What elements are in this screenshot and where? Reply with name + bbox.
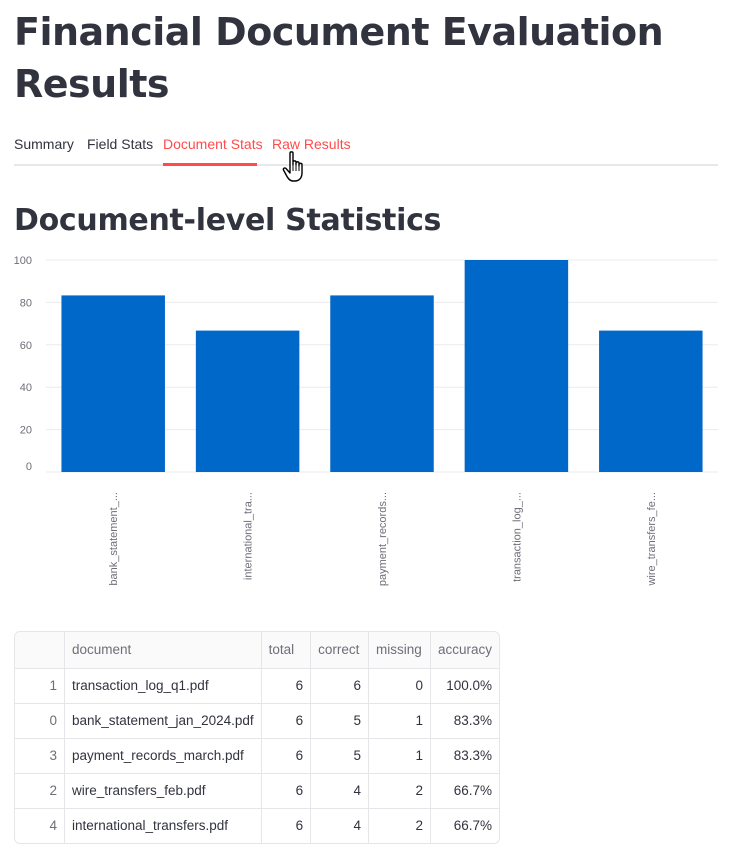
cell-accuracy[interactable]: 83.3%: [430, 703, 499, 739]
x-tick-label: wire_transfers_fe...: [646, 492, 658, 587]
cell-accuracy[interactable]: 66.7%: [430, 808, 499, 843]
row-index[interactable]: 4: [15, 808, 65, 843]
page-title: Financial Document Evaluation Results: [14, 10, 664, 106]
cell-missing[interactable]: 0: [368, 668, 431, 704]
table-header-row: document total correct missing accuracy: [15, 632, 499, 669]
column-header-missing[interactable]: missing: [368, 632, 431, 669]
cell-total[interactable]: 6: [261, 703, 312, 739]
y-tick-label: 80: [20, 297, 32, 309]
column-header-correct[interactable]: correct: [310, 632, 370, 669]
cell-document[interactable]: wire_transfers_feb.pdf: [64, 773, 262, 809]
x-tick-label: payment_records...: [377, 492, 389, 586]
row-index[interactable]: 0: [15, 703, 65, 739]
y-tick-label: 60: [20, 340, 32, 352]
y-tick-label: 100: [14, 255, 32, 267]
x-tick-label: international_tra...: [243, 492, 255, 580]
cell-missing[interactable]: 1: [368, 703, 431, 739]
bar[interactable]: [195, 330, 300, 472]
cell-missing[interactable]: 2: [368, 808, 431, 843]
row-index[interactable]: 1: [15, 668, 65, 704]
cell-document[interactable]: transaction_log_q1.pdf: [64, 668, 262, 704]
cell-total[interactable]: 6: [261, 808, 312, 843]
cell-correct[interactable]: 4: [310, 773, 370, 809]
cell-total[interactable]: 6: [261, 668, 312, 704]
table-row[interactable]: 1 transaction_log_q1.pdf 6 6 0 100.0%: [15, 668, 499, 704]
row-index[interactable]: 2: [15, 773, 65, 809]
cell-total[interactable]: 6: [261, 773, 312, 809]
x-tick-label: transaction_log_...: [511, 492, 523, 582]
tab-summary[interactable]: Summary: [14, 136, 74, 152]
table-row[interactable]: 4 international_transfers.pdf 6 4 2 66.7%: [15, 808, 499, 843]
cell-total[interactable]: 6: [261, 738, 312, 774]
column-header-total[interactable]: total: [261, 632, 312, 669]
cell-correct[interactable]: 6: [310, 668, 370, 704]
tab-document-stats[interactable]: Document Stats: [163, 136, 263, 152]
y-tick-label: 0: [26, 461, 32, 473]
cell-accuracy[interactable]: 66.7%: [430, 773, 499, 809]
bar[interactable]: [330, 295, 434, 472]
column-header-index[interactable]: [15, 632, 65, 669]
bar[interactable]: [464, 260, 569, 472]
cell-accuracy[interactable]: 83.3%: [430, 738, 499, 774]
cell-missing[interactable]: 2: [368, 773, 431, 809]
active-tab-indicator: [163, 163, 257, 166]
section-title: Document-level Statistics: [14, 203, 442, 238]
cell-correct[interactable]: 4: [310, 808, 370, 843]
cell-correct[interactable]: 5: [310, 703, 370, 739]
bar[interactable]: [61, 295, 165, 472]
cell-document[interactable]: bank_statement_jan_2024.pdf: [64, 703, 262, 739]
document-stats-table[interactable]: document total correct missing accuracy …: [14, 631, 500, 844]
column-header-accuracy[interactable]: accuracy: [430, 632, 499, 669]
document-accuracy-bar-chart: 0 20 40 60 80 100 bank_statement_... internatio…: [14, 255, 718, 587]
cell-document[interactable]: international_transfers.pdf: [64, 808, 262, 843]
x-tick-label: bank_statement_...: [108, 492, 120, 586]
row-index[interactable]: 3: [15, 738, 65, 774]
hand-cursor-icon: [282, 151, 303, 182]
y-tick-label: 20: [20, 425, 32, 437]
bar[interactable]: [599, 330, 703, 472]
cell-document[interactable]: payment_records_march.pdf: [64, 738, 262, 774]
tab-bar: Summary Field Stats Document Stats Raw R…: [14, 128, 718, 166]
column-header-document[interactable]: document: [64, 632, 262, 669]
tab-field-stats[interactable]: Field Stats: [87, 136, 153, 152]
cell-correct[interactable]: 5: [310, 738, 370, 774]
table-row[interactable]: 2 wire_transfers_feb.pdf 6 4 2 66.7%: [15, 773, 499, 809]
cell-missing[interactable]: 1: [368, 738, 431, 774]
cell-accuracy[interactable]: 100.0%: [430, 668, 499, 704]
table-row[interactable]: 3 payment_records_march.pdf 6 5 1 83.3%: [15, 738, 499, 774]
y-tick-label: 40: [20, 382, 32, 394]
table-row[interactable]: 0 bank_statement_jan_2024.pdf 6 5 1 83.3%: [15, 703, 499, 739]
